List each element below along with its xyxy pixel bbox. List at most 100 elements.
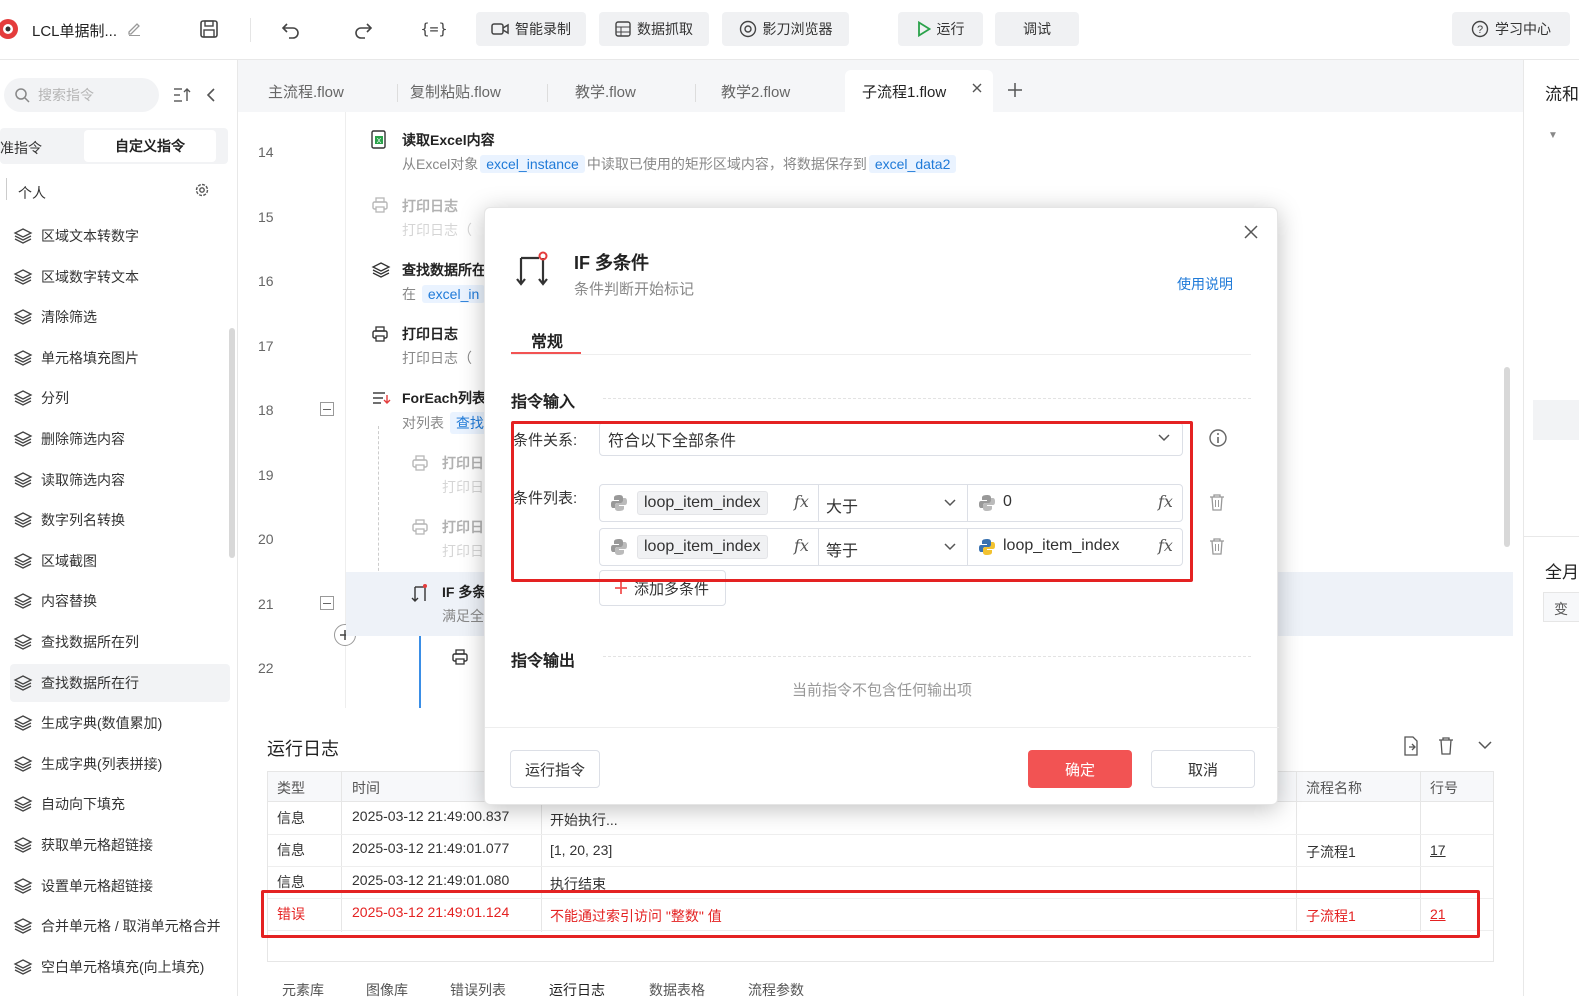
variable-tag[interactable]: excel_in <box>421 285 486 303</box>
cancel-button[interactable]: 取消 <box>1151 750 1255 788</box>
step-title[interactable]: 打印日 <box>442 453 484 473</box>
sidebar-command-label: 读取筛选内容 <box>41 471 125 488</box>
group-personal[interactable]: 个人 <box>18 183 46 203</box>
tab-general[interactable]: 常规 <box>531 328 563 352</box>
collapse-log-chevron-icon[interactable] <box>1477 739 1493 751</box>
bottom-tab-elements[interactable]: 元素库 <box>282 980 324 1000</box>
delete-condition-trash-icon[interactable] <box>1209 537 1225 555</box>
layers-icon <box>13 349 33 367</box>
bottom-tab-flow-params[interactable]: 流程参数 <box>748 980 804 1000</box>
undo-icon[interactable] <box>278 16 304 42</box>
sidebar-command-item[interactable]: 区域文本转数字 <box>10 217 230 255</box>
sidebar-command-item[interactable]: 查找数据所在列 <box>10 623 230 661</box>
step-title[interactable]: 查找数据所在 <box>402 260 486 280</box>
sidebar-command-item[interactable]: 内容替换 <box>10 582 230 620</box>
help-link[interactable]: 使用说明 <box>1177 274 1233 294</box>
step-title[interactable]: 打印日 <box>442 517 484 537</box>
sidebar-command-item[interactable]: 区域截图 <box>10 542 230 580</box>
step-title[interactable]: 读取Excel内容 <box>402 130 495 150</box>
sidebar-command-item[interactable]: 区域数字转文本 <box>10 258 230 296</box>
close-dialog-icon[interactable] <box>1243 224 1259 240</box>
flow-scrollbar[interactable] <box>1504 367 1510 547</box>
sidebar-command-label: 单元格填充图片 <box>41 349 139 366</box>
run-command-button[interactable]: 运行指令 <box>510 750 600 788</box>
variables-braces-icon[interactable]: {=} <box>420 16 448 42</box>
tab-teaching2-flow[interactable]: 教学2.flow <box>721 70 790 112</box>
sidebar-command-item[interactable]: 空白单元格填充(向上填充) <box>10 948 230 986</box>
sidebar-command-item[interactable]: 生成字典(列表拼接) <box>10 745 230 783</box>
sidebar-command-item[interactable]: 自动向下填充 <box>10 785 230 823</box>
sidebar-command-item[interactable]: 读取筛选内容 <box>10 461 230 499</box>
tab-teaching-flow[interactable]: 教学.flow <box>575 70 636 112</box>
right-panel-title: 流和 <box>1545 85 1579 104</box>
sidebar-scrollbar[interactable] <box>229 328 235 558</box>
variable-tag[interactable]: excel_data2 <box>868 155 957 173</box>
tab-main-flow[interactable]: 主流程.flow <box>268 70 344 112</box>
variable-tag[interactable]: excel_instance <box>480 155 585 173</box>
step-title[interactable]: ForEach列表 <box>402 388 486 408</box>
confirm-button[interactable]: 确定 <box>1028 750 1132 788</box>
bottom-tab-images[interactable]: 图像库 <box>366 980 408 1000</box>
tab-custom-commands[interactable]: 自定义指令 <box>84 130 216 162</box>
debug-label: 调试 <box>1023 21 1051 37</box>
delete-condition-trash-icon[interactable] <box>1209 493 1225 511</box>
smart-record-button[interactable]: 智能录制 <box>476 12 586 46</box>
sidebar-command-item[interactable]: 单元格填充图片 <box>10 339 230 377</box>
learn-center-button[interactable]: ? 学习中心 <box>1452 12 1570 46</box>
search-box[interactable]: 搜索指令 <box>4 78 159 112</box>
search-input[interactable]: 搜索指令 <box>38 85 94 105</box>
browser-label: 影刀浏览器 <box>762 21 833 37</box>
sidebar-command-item[interactable]: 分列 <box>10 379 230 417</box>
info-circle-icon[interactable] <box>1208 428 1228 448</box>
right-side-panel: 流和 ▼ 全月 变 <box>1523 60 1579 996</box>
data-capture-button[interactable]: 数据抓取 <box>599 12 709 46</box>
top-toolbar: LCL单据制... {=} 智能录制 数据抓取 影刀浏览器 运行 调试 ? 学习… <box>0 0 1579 60</box>
debug-button[interactable]: 调试 <box>995 12 1079 46</box>
bottom-tab-data-table[interactable]: 数据表格 <box>649 980 705 1000</box>
add-tab-icon[interactable] <box>1006 81 1024 99</box>
layers-icon <box>13 633 33 651</box>
sidebar-command-item[interactable]: 设置单元格超链接 <box>10 867 230 905</box>
tab-copy-paste-flow[interactable]: 复制粘贴.flow <box>410 70 501 112</box>
table-grid-icon <box>615 21 631 37</box>
collapse-block-icon[interactable] <box>320 596 334 610</box>
edit-pencil-icon[interactable] <box>124 18 144 38</box>
layers-icon <box>13 877 33 895</box>
sidebar-command-item[interactable]: 获取单元格超链接 <box>10 826 230 864</box>
app-title[interactable]: LCL单据制... <box>32 20 117 41</box>
settings-gear-icon[interactable] <box>194 182 210 198</box>
sidebar-command-item[interactable]: 数字列名转换 <box>10 501 230 539</box>
run-button[interactable]: 运行 <box>898 12 983 46</box>
sidebar-command-item[interactable]: 清除筛选 <box>10 298 230 336</box>
layers-icon <box>13 511 33 529</box>
sidebar-command-item[interactable]: 合并单元格 / 取消单元格合并 <box>10 907 230 945</box>
step-title[interactable]: IF 多条 <box>442 582 486 602</box>
sidebar-command-item[interactable]: 删除筛选内容 <box>10 420 230 458</box>
sidebar-command-item[interactable]: 生成字典(数值累加) <box>10 704 230 742</box>
save-icon[interactable] <box>196 16 222 42</box>
bottom-tab-run-log[interactable]: 运行日志 <box>549 980 605 1000</box>
redo-icon[interactable] <box>350 16 376 42</box>
dialog-subtitle: 条件判断开始标记 <box>574 281 695 298</box>
clear-log-trash-icon[interactable] <box>1437 736 1455 756</box>
chevron-left-icon[interactable] <box>204 86 218 104</box>
close-tab-icon[interactable] <box>971 82 983 94</box>
tab-subflow1[interactable]: 子流程1.flow <box>845 70 993 112</box>
browser-button[interactable]: 影刀浏览器 <box>722 12 849 46</box>
bottom-tab-errors[interactable]: 错误列表 <box>450 980 506 1000</box>
caret-down-icon[interactable]: ▼ <box>1548 130 1558 141</box>
collapse-block-icon[interactable] <box>320 402 334 416</box>
collapse-sort-icon[interactable] <box>172 86 192 104</box>
export-log-icon[interactable] <box>1402 736 1420 756</box>
log-line-link[interactable]: 17 <box>1430 842 1446 858</box>
layers-icon <box>13 714 33 732</box>
right-panel-title-2: 全月 <box>1545 563 1579 582</box>
step-desc-text: 对列表 <box>402 415 444 431</box>
sidebar-command-label: 生成字典(数值累加) <box>41 715 163 732</box>
tab-standard-commands[interactable]: 准指令 <box>0 138 42 158</box>
sidebar-command-item[interactable]: 查找数据所在行 <box>10 663 230 702</box>
sidebar-command-label: 删除筛选内容 <box>41 431 125 447</box>
step-title[interactable]: 打印日志 <box>402 324 458 344</box>
step-title[interactable]: 打印日志 <box>402 196 458 216</box>
run-label: 运行 <box>936 21 965 37</box>
